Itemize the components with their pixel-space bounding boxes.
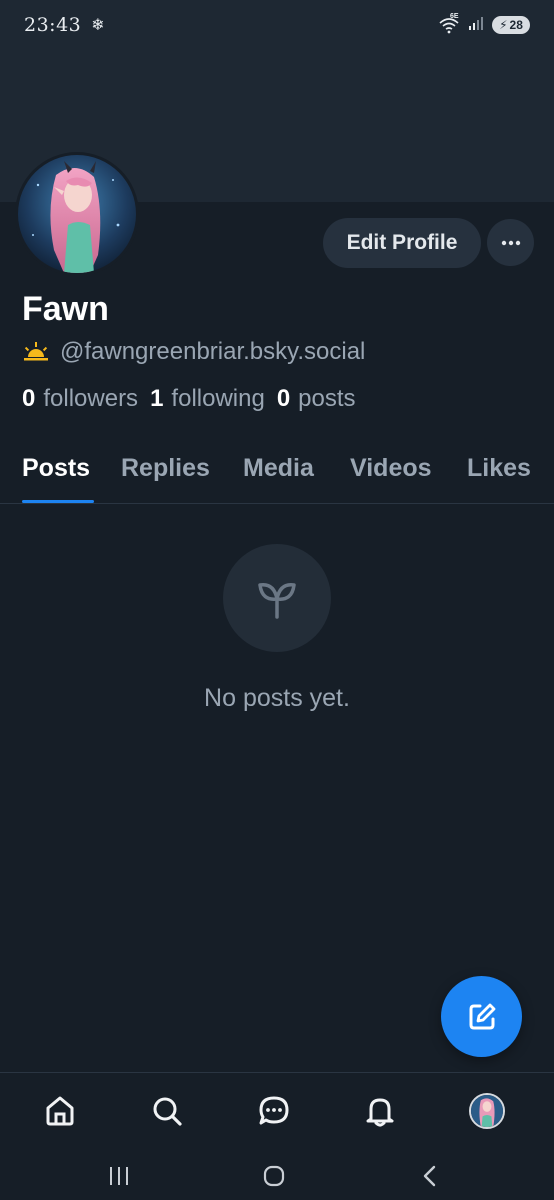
avatar-image	[18, 155, 136, 273]
tab-replies[interactable]: Replies	[121, 454, 210, 483]
profile-avatar[interactable]	[15, 152, 139, 276]
status-right: 6E ⚡ 28	[438, 13, 530, 36]
tab-videos[interactable]: Videos	[350, 454, 432, 483]
nav-notifications[interactable]	[360, 1091, 400, 1131]
tab-media[interactable]: Media	[243, 454, 314, 483]
more-options-button[interactable]	[487, 219, 534, 266]
nav-search[interactable]	[147, 1091, 187, 1131]
battery-indicator: ⚡ 28	[492, 16, 530, 34]
followers-stat[interactable]: 0 followers	[22, 385, 150, 413]
stat-count: 0	[276, 385, 291, 412]
tab-posts[interactable]: Posts	[22, 454, 90, 483]
handle-row: @fawngreenbriar.bsky.social	[22, 338, 365, 366]
stat-label: posts	[298, 385, 356, 412]
ellipsis-icon	[501, 240, 520, 245]
avatar-icon	[469, 1093, 505, 1129]
profile-stats: 0 followers 1 following 0 posts	[22, 385, 368, 413]
system-navigation-bar	[0, 1148, 554, 1200]
edit-profile-button[interactable]: Edit Profile	[323, 218, 481, 268]
tab-likes[interactable]: Likes	[467, 454, 531, 483]
stat-label: followers	[43, 385, 139, 412]
status-left: 23:43 ❄	[24, 14, 105, 36]
battery-level: 28	[509, 18, 523, 32]
sunrise-icon	[24, 342, 48, 361]
profile-tabs: Posts Replies Media Videos Likes	[0, 440, 554, 504]
display-name: Fawn	[22, 290, 109, 328]
nav-chat[interactable]	[254, 1091, 294, 1131]
bottom-navigation	[0, 1072, 554, 1148]
status-time: 23:43	[24, 14, 82, 36]
back-button[interactable]	[410, 1156, 450, 1196]
posts-stat: 0 posts	[277, 385, 368, 413]
back-icon	[423, 1165, 436, 1187]
stat-label: following	[171, 385, 265, 412]
nav-profile[interactable]	[467, 1091, 507, 1131]
sprout-icon	[258, 583, 296, 619]
nav-home[interactable]	[40, 1091, 80, 1131]
bell-icon	[366, 1098, 394, 1127]
stat-count: 0	[22, 385, 36, 412]
recents-button[interactable]	[99, 1156, 139, 1196]
snowflake-icon: ❄	[91, 17, 105, 34]
empty-state-text: No posts yet.	[204, 684, 350, 712]
profile-handle: @fawngreenbriar.bsky.social	[60, 338, 366, 365]
status-bar: 23:43 ❄ 6E ⚡ 28	[0, 0, 554, 50]
compose-button[interactable]	[441, 976, 522, 1057]
stat-count: 1	[150, 385, 164, 412]
signal-icon	[468, 15, 484, 36]
chat-icon	[259, 1096, 289, 1125]
battery-bolt-icon: ⚡	[499, 18, 508, 32]
empty-state-icon-circle	[223, 544, 331, 652]
search-icon	[153, 1097, 182, 1126]
home-icon	[46, 1096, 74, 1126]
home-circle-icon	[263, 1165, 285, 1187]
recents-icon	[110, 1167, 128, 1185]
network-badge: 6E	[450, 13, 459, 20]
wifi-icon: 6E	[438, 13, 460, 34]
following-stat[interactable]: 1 following	[150, 385, 277, 413]
system-home-button[interactable]	[254, 1156, 294, 1196]
active-tab-indicator	[22, 500, 94, 503]
compose-icon	[469, 1003, 495, 1029]
